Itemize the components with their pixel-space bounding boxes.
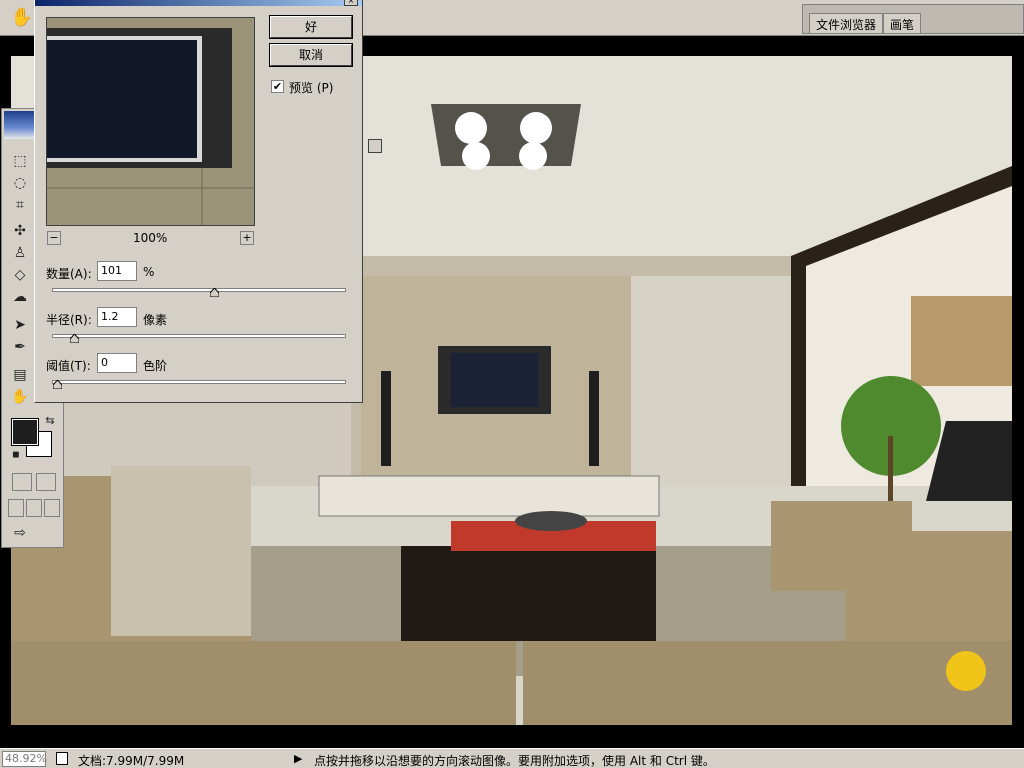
eraser-icon[interactable]: ◇ [10, 265, 30, 285]
foreground-color-swatch[interactable] [11, 418, 39, 446]
crop-icon[interactable]: ⌗ [10, 195, 30, 215]
threshold-slider-thumb[interactable] [53, 380, 62, 389]
swap-colors-icon[interactable]: ⇆ [40, 411, 60, 431]
screen-mode-standard-button[interactable] [8, 499, 24, 517]
marquee-icon[interactable]: ⬚ [10, 151, 30, 171]
marquee-handle[interactable] [368, 139, 382, 153]
amount-slider[interactable] [52, 288, 346, 297]
radius-label: 半径(R): [46, 313, 92, 327]
move-arrow-icon[interactable]: ➤ [10, 315, 30, 335]
preview-checkbox-label: 预览 (P) [289, 81, 334, 95]
document-size: 文档:7.99M/7.99M [78, 754, 185, 768]
zoom-level-field[interactable]: 48.92% [2, 751, 47, 767]
lasso-icon[interactable]: ◌ [10, 173, 30, 193]
unsharp-mask-dialog: × − 100% + 好 取消 ✔ 预览 (P) 数量(A): 101 % 半径… [34, 0, 363, 403]
quick-mask-button[interactable] [36, 473, 56, 491]
palette-well: 文件浏览器 画笔 [802, 4, 1024, 34]
amount-unit: % [143, 265, 155, 279]
preview-checkbox[interactable]: ✔ [271, 80, 284, 93]
threshold-unit: 色阶 [143, 359, 168, 373]
preview-zoom-percent: 100% [133, 231, 168, 245]
amount-label: 数量(A): [46, 267, 92, 281]
document-icon [56, 752, 68, 765]
dialog-title-bar [35, 0, 362, 6]
threshold-label: 阈值(T): [46, 359, 91, 373]
jump-to-imageready-icon[interactable]: ⇨ [10, 523, 30, 543]
amount-slider-thumb[interactable] [210, 288, 219, 297]
zoom-out-button[interactable]: − [47, 231, 61, 245]
hand-icon[interactable]: ✋ [10, 6, 34, 30]
blur-icon[interactable]: ☁ [10, 287, 30, 307]
standard-mode-button[interactable] [12, 473, 32, 491]
hand-icon[interactable]: ✋ [10, 387, 30, 407]
close-icon[interactable]: × [344, 0, 358, 6]
zoom-in-button[interactable]: + [240, 231, 254, 245]
pen-icon[interactable]: ✒ [10, 337, 30, 357]
tab-brushes[interactable]: 画笔 [883, 13, 922, 33]
ok-button[interactable]: 好 [269, 15, 353, 39]
healing-icon[interactable]: ✣ [10, 221, 30, 241]
status-bar: 48.92% 文档:7.99M/7.99M ▶ 点按并拖移以沿想要的方向滚动图像… [0, 748, 1024, 768]
radius-slider[interactable] [52, 334, 346, 343]
threshold-input[interactable]: 0 [97, 353, 137, 373]
amount-input[interactable]: 101 [97, 261, 137, 281]
status-menu-arrow-icon[interactable]: ▶ [294, 752, 302, 765]
notes-icon[interactable]: ▤ [10, 365, 30, 385]
preview-window[interactable] [46, 17, 255, 226]
screen-mode-full-button[interactable] [44, 499, 60, 517]
default-colors-icon[interactable]: ◼ [6, 445, 26, 465]
status-message: 点按并拖移以沿想要的方向滚动图像。要用附加选项，使用 Alt 和 Ctrl 键。 [314, 754, 715, 768]
radius-input[interactable]: 1.2 [97, 307, 137, 327]
cancel-button[interactable]: 取消 [269, 43, 353, 67]
tab-file-browser[interactable]: 文件浏览器 [809, 13, 884, 33]
screen-mode-menu-button[interactable] [26, 499, 42, 517]
radius-slider-thumb[interactable] [70, 334, 79, 343]
stamp-icon[interactable]: ♙ [10, 243, 30, 263]
preview-image [47, 18, 254, 225]
threshold-slider[interactable] [52, 380, 346, 389]
radius-unit: 像素 [143, 313, 168, 327]
